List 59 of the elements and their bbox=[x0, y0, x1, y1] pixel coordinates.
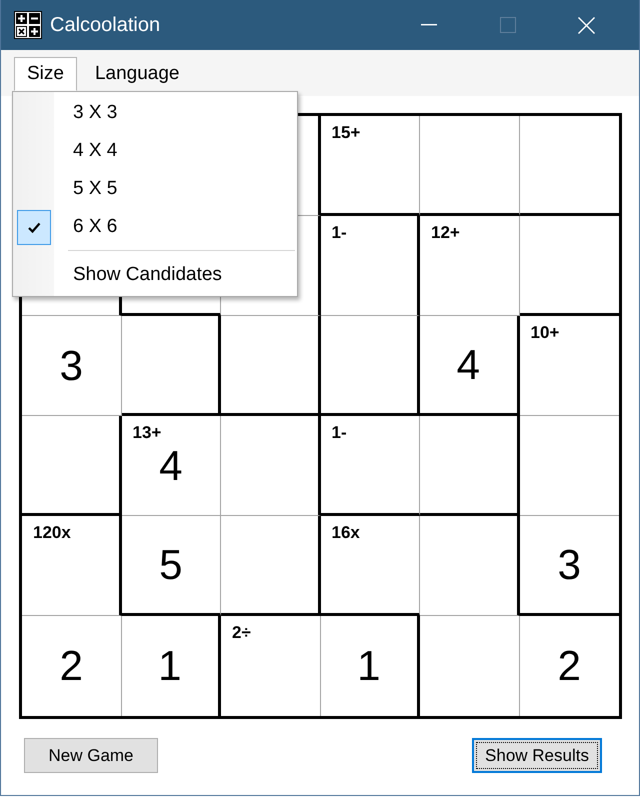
grid-cell[interactable]: 10+ bbox=[520, 316, 619, 416]
cell-value: 5 bbox=[159, 544, 182, 586]
minimize-icon bbox=[420, 24, 436, 26]
menu-item[interactable]: Language bbox=[82, 57, 193, 91]
grid-cell[interactable] bbox=[420, 416, 520, 516]
grid-cell[interactable] bbox=[221, 416, 320, 516]
menu-option[interactable]: Show Candidates bbox=[13, 256, 297, 294]
menu-option[interactable]: 4 X 4 bbox=[13, 132, 297, 170]
grid-cell[interactable] bbox=[221, 516, 320, 616]
cell-value: 2 bbox=[60, 645, 83, 687]
menu-option[interactable]: 5 X 5 bbox=[13, 170, 297, 208]
grid-cell[interactable]: 1- bbox=[320, 416, 420, 516]
grid-cell[interactable] bbox=[520, 116, 619, 216]
grid-cell[interactable]: 3 bbox=[22, 316, 122, 416]
grid-cell[interactable]: 4 bbox=[420, 316, 520, 416]
cage-clue: 1- bbox=[332, 423, 347, 443]
cell-value: 3 bbox=[60, 344, 83, 386]
action-button[interactable]: Show Results bbox=[472, 738, 602, 773]
window-title: Calcoolation bbox=[50, 14, 160, 36]
cell-value: 4 bbox=[159, 444, 182, 486]
menu-item[interactable]: Size bbox=[14, 57, 77, 91]
grid-cell[interactable] bbox=[320, 316, 420, 416]
cage-clue: 12+ bbox=[431, 223, 460, 243]
action-button[interactable]: New Game bbox=[24, 738, 158, 773]
close-icon bbox=[578, 16, 595, 34]
menu-option[interactable]: 3 X 3 bbox=[13, 94, 297, 132]
cage-clue: 15+ bbox=[332, 123, 360, 143]
grid-cell[interactable]: 1- bbox=[320, 216, 420, 316]
cage-clue: 13+ bbox=[132, 423, 162, 443]
grid-cell[interactable] bbox=[420, 116, 520, 216]
cage-clue: 16x bbox=[332, 523, 360, 543]
check-icon bbox=[17, 210, 51, 244]
grid-cell[interactable]: 3 bbox=[520, 516, 619, 616]
cage-clue: 120x bbox=[33, 523, 71, 543]
grid-cell[interactable] bbox=[520, 416, 619, 516]
cage-clue: 2÷ bbox=[232, 623, 251, 643]
cage-clue: 10+ bbox=[530, 323, 560, 343]
grid-cell[interactable]: 13+ 4 bbox=[122, 416, 221, 516]
cell-value: 4 bbox=[456, 344, 480, 386]
cage-clue: 1- bbox=[332, 223, 347, 243]
grid-cell[interactable]: 1 bbox=[122, 616, 221, 716]
cell-value: 2 bbox=[558, 645, 581, 687]
grid-cell[interactable]: 1 bbox=[320, 616, 420, 716]
grid-cell[interactable] bbox=[122, 316, 221, 416]
grid-cell[interactable]: 120x bbox=[22, 516, 122, 616]
cell-value: 1 bbox=[158, 645, 182, 687]
grid-cell[interactable] bbox=[22, 416, 122, 516]
grid-cell[interactable]: 5 bbox=[122, 516, 221, 616]
grid-cell[interactable]: 12+ bbox=[420, 216, 520, 316]
maximize-icon bbox=[500, 17, 516, 33]
grid-cell[interactable]: 16x bbox=[320, 516, 420, 616]
grid-cell[interactable] bbox=[420, 516, 520, 616]
menu-option[interactable]: 6 X 6 bbox=[13, 208, 297, 246]
grid-cell[interactable] bbox=[520, 216, 619, 316]
grid-cell[interactable] bbox=[221, 316, 320, 416]
cell-value: 3 bbox=[558, 544, 581, 586]
grid-cell[interactable]: 15+ bbox=[320, 116, 420, 216]
app-icon bbox=[14, 11, 42, 39]
cell-value: 1 bbox=[357, 645, 380, 687]
